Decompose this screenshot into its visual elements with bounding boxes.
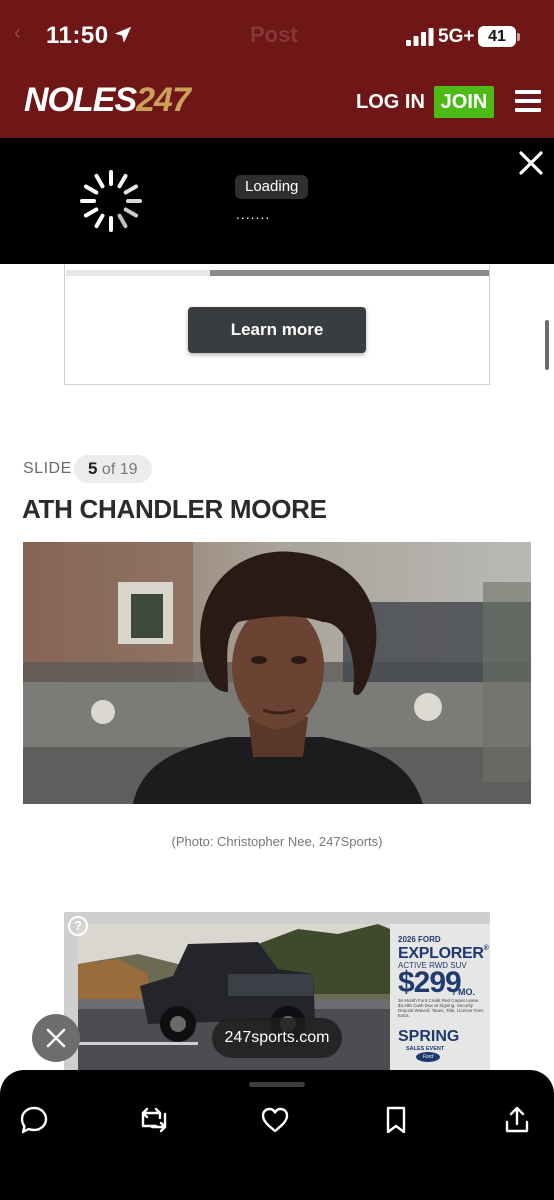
close-icon[interactable] (518, 150, 544, 176)
ad-price: $299 (398, 966, 462, 999)
post-title-hint: Post (250, 22, 298, 47)
battery-tip (517, 33, 520, 41)
signal-icon (406, 28, 434, 46)
menu-icon[interactable] (515, 90, 541, 112)
ad-model-mark: ® (483, 945, 489, 952)
close-icon (46, 1028, 66, 1048)
join-button[interactable]: JOIN (434, 86, 494, 118)
ad-progress-fill (210, 270, 489, 276)
spinner-icon (80, 170, 142, 232)
ad-brand-line: 2026 FORD (398, 935, 441, 944)
player-photo (23, 542, 531, 804)
logo-suffix: 247 (136, 81, 191, 119)
slide-counter: 5 of 19 (74, 455, 152, 483)
reply-icon[interactable] (18, 1104, 50, 1136)
ad-per-month: / MO. (453, 987, 475, 997)
logo-prefix: NOLES (24, 81, 137, 119)
loading-dots: ....... (236, 206, 271, 222)
ad-fine-print: 36 Month Ford Credit Red Carpet Lease. $… (398, 998, 484, 1018)
back-hint: ‹ (14, 22, 21, 44)
battery-indicator: 41 (478, 26, 516, 47)
slide-label: SLIDE (23, 460, 72, 477)
share-icon[interactable] (501, 1104, 533, 1136)
sheet-grabber[interactable] (249, 1082, 305, 1087)
slide-current: 5 (88, 459, 98, 478)
learn-more-button[interactable]: Learn more (188, 307, 366, 353)
site-url-pill[interactable]: 247sports.com (212, 1018, 342, 1058)
page: ‹ 11:50 Post 5G+ 41 NOLES247 LOG IN JOIN (0, 0, 554, 1200)
login-link[interactable]: LOG IN (356, 91, 425, 114)
network-label: 5G+ (438, 26, 475, 47)
site-logo[interactable]: NOLES247 (24, 80, 191, 120)
loading-label: Loading (235, 175, 309, 199)
location-arrow-icon (114, 26, 132, 43)
ford-logo-badge: Ford (416, 1052, 440, 1062)
repost-icon[interactable] (138, 1104, 170, 1136)
slide-total: of 19 (101, 461, 138, 478)
bookmark-icon[interactable] (380, 1104, 412, 1136)
ad-info-icon[interactable]: ? (68, 916, 88, 936)
dismiss-ad-button[interactable] (32, 1014, 80, 1062)
like-icon[interactable] (259, 1104, 291, 1136)
scrollbar-thumb[interactable] (545, 320, 549, 370)
status-time: 11:50 (46, 22, 109, 49)
slide-title: ATH CHANDLER MOORE (22, 494, 327, 524)
ad-model-name: EXPLORER (398, 945, 484, 962)
ad-event-title: SPRING (398, 1028, 460, 1045)
photo-caption: (Photo: Christopher Nee, 247Sports) (171, 834, 383, 849)
